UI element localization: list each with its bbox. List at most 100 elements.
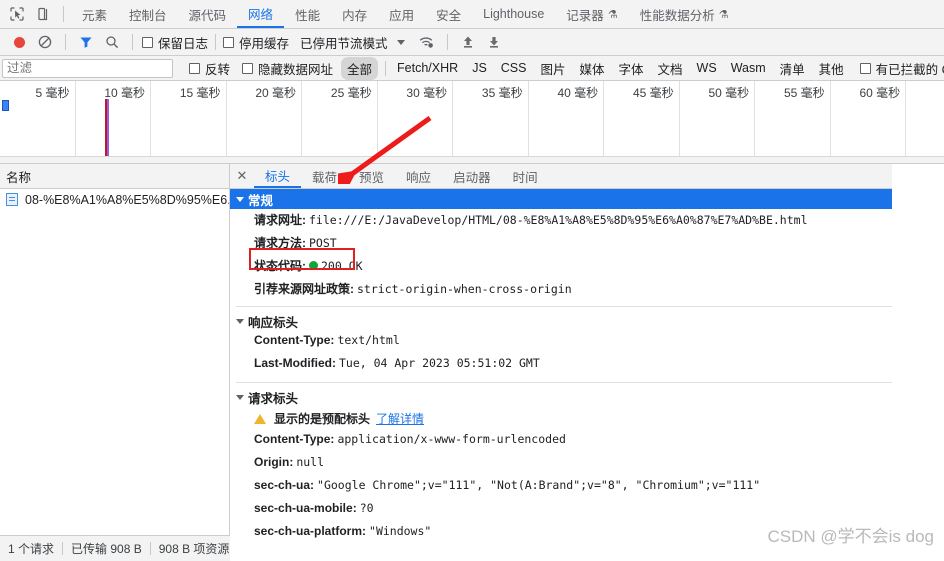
header-value: file:///E:/JavaDevelop/HTML/08-%E8%A1%A8…	[309, 213, 808, 227]
learn-more-link[interactable]: 了解详情	[376, 410, 424, 427]
main-tab-1[interactable]: 控制台	[118, 0, 178, 28]
main-tab-9[interactable]: 记录器 ⚗	[555, 0, 628, 28]
record-button[interactable]	[6, 31, 32, 53]
checkbox-box	[189, 62, 200, 74]
type-filter-10[interactable]: 清单	[774, 57, 811, 80]
overview-bottom-band	[0, 156, 944, 163]
main-tab-0[interactable]: 元素	[71, 0, 118, 28]
timeline-tick-label: 15 毫秒	[179, 86, 221, 100]
header-row-sec-ch-ua-platform: sec-ch-ua-platform: "Windows"	[230, 522, 944, 545]
detail-tab-4[interactable]: 启动器	[442, 164, 502, 188]
header-row-referrer-policy: 引荐来源网址政策: strict-origin-when-cross-origi…	[230, 278, 944, 301]
request-list-header[interactable]: 名称	[0, 164, 229, 189]
type-filter-5[interactable]: 媒体	[574, 57, 611, 80]
header-value: "Google Chrome";v="111", "Not(A:Brand";v…	[317, 478, 761, 492]
main-tab-label: 控制台	[129, 8, 167, 23]
import-har-icon[interactable]	[455, 31, 481, 53]
header-value: POST	[309, 236, 337, 250]
wifi-settings-icon[interactable]	[414, 31, 440, 53]
main-tab-bar: 元素 控制台 源代码 网络 性能 内存 应用 安全 Lighthouse 记录器 ⚗ 性能数据分析 ⚗	[0, 0, 944, 29]
timeline-ticks: 5 毫秒 10 毫秒 15 毫秒 20 毫秒 25 毫秒 30 毫秒 35 毫秒 40 毫秒 4…	[0, 81, 944, 163]
export-har-icon[interactable]	[481, 31, 507, 53]
search-icon[interactable]	[99, 31, 125, 53]
header-name: sec-ch-ua-mobile:	[254, 501, 357, 515]
timeline-tick-label: 10 毫秒	[104, 86, 146, 100]
type-filter-0[interactable]: 全部	[341, 56, 379, 80]
detail-tab-2[interactable]: 预览	[348, 164, 395, 188]
main-tab-10[interactable]: 性能数据分析 ⚗	[629, 0, 740, 28]
header-name: Content-Type:	[254, 333, 335, 347]
toolbar-divider	[63, 6, 64, 22]
header-value: text/html	[337, 333, 400, 347]
close-icon[interactable]: ✕	[230, 164, 254, 188]
timeline-tick-7: 40 毫秒	[529, 81, 605, 163]
main-tab-label: 性能	[295, 8, 321, 23]
timeline-tick-2: 15 毫秒	[151, 81, 227, 163]
type-filter-7[interactable]: 文档	[652, 57, 689, 80]
section-response-headers[interactable]: 响应标头	[230, 311, 944, 331]
invert-checkbox[interactable]: 反转	[189, 59, 230, 78]
timeline-tick-label: 50 毫秒	[708, 86, 750, 100]
main-tab-5[interactable]: 内存	[331, 0, 378, 28]
chevron-down-icon	[236, 196, 244, 202]
clear-button[interactable]	[32, 31, 58, 53]
type-filter-4[interactable]: 图片	[534, 57, 571, 80]
preserve-log-checkbox[interactable]: 保留日志	[142, 33, 208, 52]
detail-tab-5[interactable]: 时间	[502, 164, 549, 188]
detail-tab-1[interactable]: 载荷	[301, 164, 348, 188]
header-row-sec-ch-ua-mobile: sec-ch-ua-mobile: ?0	[230, 499, 944, 522]
request-row[interactable]: 08-%E8%A1%A8%E5%8D%95%E6...	[0, 189, 229, 210]
request-list[interactable]: 08-%E8%A1%A8%E5%8D%95%E6...	[0, 189, 229, 561]
type-filter-6[interactable]: 字体	[613, 57, 650, 80]
type-filter-2[interactable]: JS	[466, 59, 493, 77]
timeline-tick-label: 40 毫秒	[557, 86, 599, 100]
experiment-flask-icon: ⚗	[607, 8, 618, 21]
hide-data-urls-checkbox[interactable]: 隐藏数据网址	[242, 59, 333, 78]
section-request-headers[interactable]: 请求标头	[230, 387, 944, 407]
type-filter-3[interactable]: CSS	[495, 59, 533, 77]
section-general[interactable]: 常规	[230, 189, 944, 209]
main-tab-label: 应用	[389, 8, 415, 23]
filter-input[interactable]	[2, 58, 173, 78]
device-toolbar-icon[interactable]	[30, 2, 56, 26]
chevron-down-icon[interactable]	[396, 39, 405, 45]
header-row-status-code: 状态代码: 200 OK	[230, 255, 944, 278]
header-value: "Windows"	[369, 524, 432, 538]
type-filter-1[interactable]: Fetch/XHR	[391, 59, 464, 77]
disable-cache-checkbox[interactable]: 停用缓存	[223, 33, 289, 52]
disable-cache-label: 停用缓存	[239, 36, 290, 51]
detail-tab-bar: ✕ 标头 载荷 预览 响应 启动器 时间	[230, 164, 944, 189]
main-tab-4[interactable]: 性能	[284, 0, 331, 28]
main-tab-7[interactable]: 安全	[425, 0, 472, 28]
resource-type-filters: 全部 Fetch/XHR JS CSS 图片 媒体 字体 文档 WS Wasm 清单 其他	[341, 56, 852, 80]
network-overview-timeline[interactable]: 5 毫秒 10 毫秒 15 毫秒 20 毫秒 25 毫秒 30 毫秒 35 毫秒 40 毫秒 4…	[0, 81, 944, 164]
timeline-tick-label: 25 毫秒	[330, 86, 372, 100]
filter-icon[interactable]	[73, 31, 99, 53]
hide-data-urls-label: 隐藏数据网址	[258, 62, 334, 77]
main-tab-8[interactable]: Lighthouse	[472, 0, 555, 28]
timeline-tick-label: 30 毫秒	[406, 86, 448, 100]
status-divider	[149, 542, 151, 555]
timeline-tick-11: 60 毫秒	[831, 81, 907, 163]
blocked-cookies-checkbox[interactable]: 有已拦截的 C	[859, 59, 944, 78]
headers-panel[interactable]: 常规 请求网址: file:///E:/JavaDevelop/HTML/08-…	[230, 189, 944, 561]
type-filter-8[interactable]: WS	[691, 59, 723, 77]
main-tab-3[interactable]: 网络	[237, 0, 285, 28]
throttling-label[interactable]: 已停用节流模式	[300, 33, 388, 52]
detail-tab-0[interactable]: 标头	[254, 164, 302, 188]
inspect-cursor-icon[interactable]	[4, 2, 30, 26]
timeline-tick-9: 50 毫秒	[680, 81, 756, 163]
main-tab-6[interactable]: 应用	[378, 0, 425, 28]
timeline-tick-label: 35 毫秒	[481, 86, 523, 100]
timeline-tick-3: 20 毫秒	[227, 81, 303, 163]
type-filter-11[interactable]: 其他	[813, 57, 850, 80]
header-name: sec-ch-ua-platform:	[254, 524, 367, 538]
type-filter-9[interactable]: Wasm	[725, 59, 772, 77]
status-divider	[62, 542, 64, 555]
header-row-sec-ch-ua: sec-ch-ua: "Google Chrome";v="111", "Not…	[230, 476, 944, 499]
request-name: 08-%E8%A1%A8%E5%8D%95%E6...	[25, 192, 229, 207]
main-tab-2[interactable]: 源代码	[178, 0, 238, 28]
blocked-cookies-label: 有已拦截的 C	[875, 62, 944, 77]
header-value: ?0	[359, 501, 374, 515]
detail-tab-3[interactable]: 响应	[395, 164, 442, 188]
